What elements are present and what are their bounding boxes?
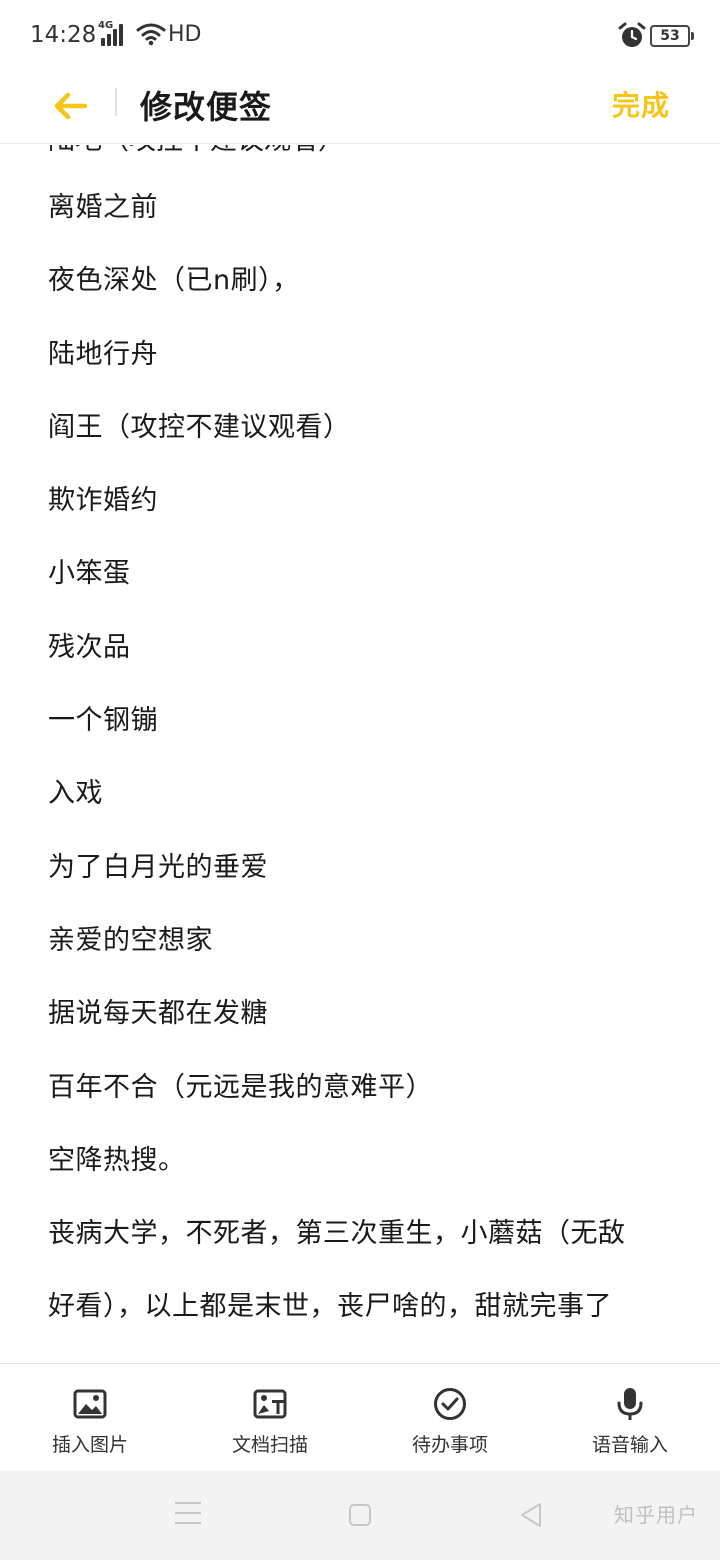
back-button[interactable] [48, 84, 92, 128]
menu-icon[interactable] [175, 1502, 201, 1524]
battery-icon: 53 [650, 25, 694, 47]
note-line: 空降热搜。 [48, 1144, 186, 1176]
scan-icon [253, 1389, 287, 1419]
header: 修改便签 完成 [0, 72, 720, 144]
system-nav-bar: 知乎用户 [0, 1471, 720, 1560]
arrow-left-icon [54, 92, 88, 120]
note-line: 丧病大学，不死者，第三次重生，小蘑菇（无敌 [48, 1218, 626, 1250]
status-bar: 14:28 4G HD 53 [0, 0, 720, 72]
wifi-icon [136, 23, 166, 46]
back-triangle-icon[interactable] [518, 1501, 544, 1529]
note-line: 据说每天都在发糖 [48, 998, 268, 1030]
insert-image-button[interactable]: 插入图片 [0, 1364, 180, 1472]
insert-image-label: 插入图片 [51, 1434, 128, 1456]
status-time: 14:28 [30, 22, 97, 48]
header-divider [115, 88, 117, 116]
note-line: 欺诈婚约 [48, 485, 158, 517]
note-line: 百年不合（元远是我的意难平） [48, 1071, 433, 1103]
image-icon [73, 1389, 107, 1419]
note-line: 一个钢镚 [48, 705, 158, 737]
note-editor[interactable]: 陆地（攻控不建议观看） 离婚之前 夜色深处（已n刷）， 陆地行舟 阎王（攻控不建… [0, 145, 720, 1363]
battery-level: 53 [660, 28, 680, 44]
note-line: 入戏 [48, 778, 103, 810]
document-scan-button[interactable]: 文档扫描 [180, 1364, 360, 1472]
note-line: 小笨蛋 [48, 558, 131, 590]
note-line: 夜色深处（已n刷）， [48, 265, 300, 297]
note-line: 亲爱的空想家 [48, 924, 213, 956]
signal-icon: 4G [98, 20, 130, 48]
note-lines: 离婚之前 夜色深处（已n刷）， 陆地行舟 阎王（攻控不建议观看） 欺诈婚约 小笨… [48, 190, 678, 1363]
alarm-icon [618, 22, 646, 47]
microphone-icon [617, 1388, 643, 1420]
done-button[interactable]: 完成 [612, 84, 670, 124]
note-toolbar: 插入图片 文档扫描 待办事项 语音输入 [0, 1363, 720, 1471]
hd-indicator: HD [168, 22, 202, 47]
checkmark-circle-icon [434, 1388, 466, 1420]
note-line-clipped: 陆地（攻控不建议观看） [48, 145, 345, 159]
home-icon[interactable] [349, 1504, 371, 1526]
network-type: 4G [98, 20, 114, 31]
todo-button[interactable]: 待办事项 [360, 1364, 540, 1472]
voice-input-label: 语音输入 [591, 1434, 668, 1456]
note-line: 好看），以上都是末世，丧尸啥的，甜就完事了 [48, 1291, 612, 1323]
watermark: 知乎用户 [614, 1503, 698, 1527]
note-line: 残次品 [48, 631, 131, 663]
voice-input-button[interactable]: 语音输入 [540, 1364, 720, 1472]
note-line: 阎王（攻控不建议观看） [48, 411, 351, 443]
note-line: 离婚之前 [48, 192, 158, 223]
document-scan-label: 文档扫描 [231, 1434, 308, 1456]
page-title: 修改便签 [140, 88, 273, 126]
note-line: 陆地行舟 [48, 338, 158, 370]
todo-label: 待办事项 [411, 1434, 488, 1456]
note-line: 为了白月光的垂爱 [48, 851, 268, 883]
